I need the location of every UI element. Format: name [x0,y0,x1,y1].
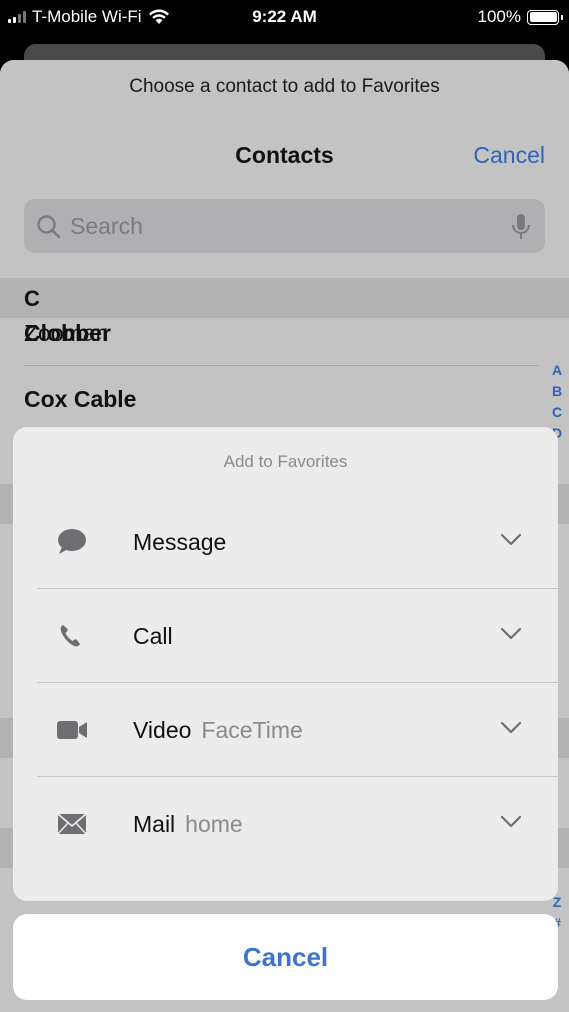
option-label: Video FaceTime [133,717,303,743]
sheet-header: Choose a contact to add to Favorites Con… [0,60,569,278]
index-letter[interactable]: C [549,402,565,423]
cancel-button[interactable]: Cancel [13,914,558,1000]
option-label: Call [133,623,173,649]
index-letter[interactable]: A [549,360,565,381]
contact-row[interactable]: Cox Cable [24,386,539,413]
battery-icon [527,9,563,25]
video-camera-icon [57,721,87,739]
option-mail[interactable]: Mail home [13,777,558,871]
envelope-icon [57,813,87,835]
chevron-down-icon [500,721,522,734]
index-letter[interactable]: B [549,381,565,402]
option-call[interactable]: Call [13,589,558,683]
chevron-down-icon [500,627,522,640]
add-to-favorites-sheet: Add to Favorites Message Call Video FaceT… [13,427,558,901]
battery-info: 100% [477,7,563,27]
search-field[interactable]: Search [24,199,545,253]
microphone-icon[interactable] [511,212,531,242]
search-icon [37,215,61,239]
sheet-prompt: Choose a contact to add to Favorites [129,76,440,97]
chevron-down-icon [500,533,522,546]
search-input[interactable]: Search [70,213,143,240]
section-header: C [0,278,569,318]
contact-row[interactable]: Zooman Clobber [24,320,539,366]
phone-icon [60,625,80,647]
option-sublabel: FaceTime [201,717,303,743]
action-sheet-title: Add to Favorites [223,452,348,471]
header-cancel-button[interactable]: Cancel [473,142,545,169]
option-sublabel: home [185,811,243,837]
option-label: Mail home [133,811,243,837]
option-message[interactable]: Message [13,495,558,589]
battery-percent: 100% [477,7,521,26]
option-video[interactable]: Video FaceTime [13,683,558,777]
option-label: Message [133,529,227,555]
contact-last-name: Clobber [24,320,111,346]
contact-name: Cox Cable [24,386,137,412]
message-bubble-icon [58,529,86,554]
section-letter: C [24,286,40,311]
chevron-down-icon [500,815,522,828]
status-bar: T-Mobile Wi-Fi 9:22 AM 100% [0,0,569,34]
